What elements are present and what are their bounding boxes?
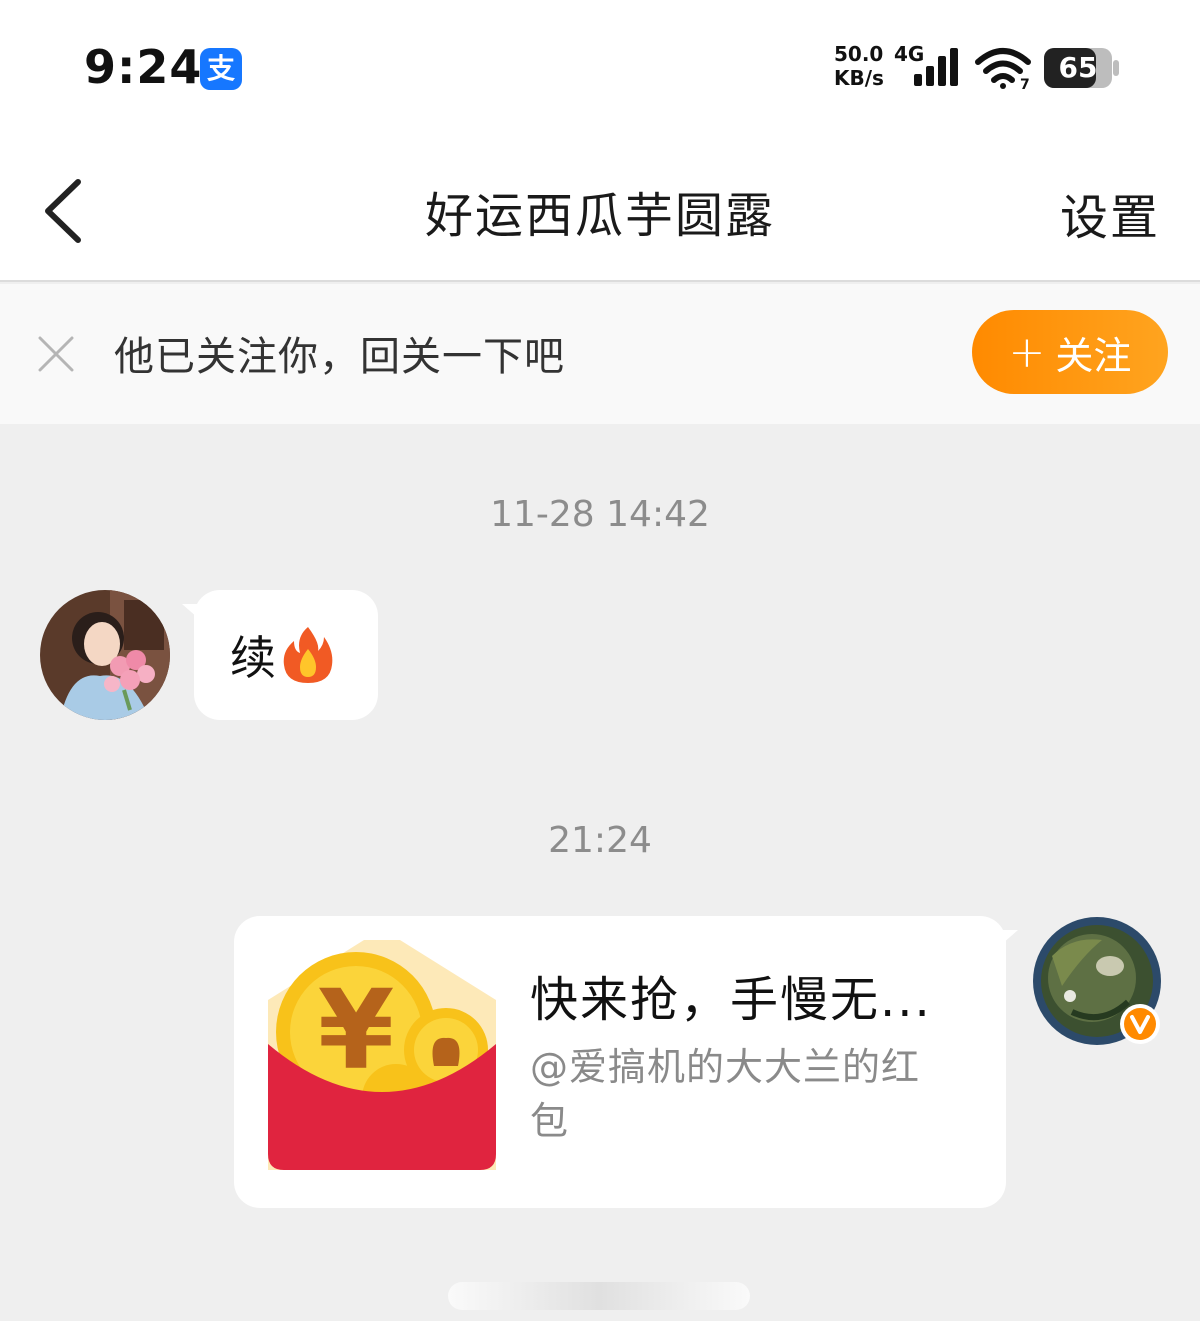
red-packet-title: 快来抢，手慢无... (530, 972, 932, 1028)
message-text: 续 (230, 631, 276, 685)
signal-icon (914, 48, 958, 86)
follow-button[interactable]: + 关注 (972, 310, 1168, 394)
chat-header: 好运西瓜芋圆露 设置 (0, 140, 1200, 282)
svg-text:7: 7 (1020, 77, 1030, 90)
sender-avatar[interactable] (40, 590, 170, 720)
back-icon[interactable] (40, 178, 86, 244)
follow-hint-text: 他已关注你，回关一下吧 (114, 334, 565, 380)
message-timestamp: 21:24 (548, 820, 652, 861)
follow-button-label: 关注 (1055, 333, 1132, 378)
incoming-message-bubble[interactable]: 续 (182, 590, 378, 720)
settings-button[interactable]: 设置 (1060, 178, 1160, 248)
alipay-notification-icon: 支 (200, 48, 242, 90)
status-bar: 9:24 支 50.0 KB/s 4G 7 65 (0, 0, 1200, 140)
plus-icon: + (1008, 326, 1046, 378)
own-avatar[interactable] (1032, 916, 1162, 1046)
red-packet-subtitle: @爱搞机的大大兰的红包 (530, 1045, 921, 1143)
red-packet-icon: ¥ (268, 940, 496, 1170)
close-icon[interactable] (38, 336, 74, 372)
red-packet-card[interactable]: ¥ 快来抢，手慢无... @爱搞机的大大兰的红包 (234, 916, 1018, 1208)
battery-level: 65 (1058, 51, 1098, 84)
fire-emoji-icon (283, 627, 333, 683)
status-time: 9:24 (84, 40, 203, 94)
home-indicator (448, 1282, 750, 1310)
follow-back-banner: 他已关注你，回关一下吧 + 关注 (0, 284, 1200, 424)
message-timestamp: 11-28 14:42 (490, 494, 710, 535)
chat-title: 好运西瓜芋圆露 (424, 188, 775, 244)
wifi-icon: 7 (975, 48, 1031, 90)
network-speed: 50.0 KB/s (834, 42, 884, 90)
